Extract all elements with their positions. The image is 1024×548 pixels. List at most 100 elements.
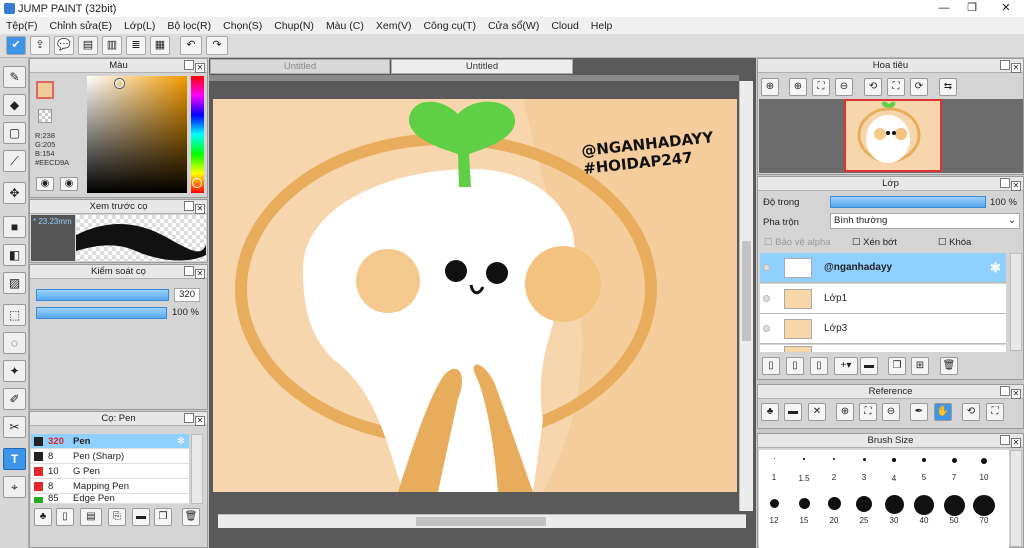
- reference-close-icon[interactable]: ✕: [808, 403, 826, 421]
- brush-copy-icon[interactable]: ⎘: [108, 508, 126, 526]
- brush-size-option[interactable]: 40: [909, 495, 939, 525]
- duplicate-layer-icon[interactable]: ❐: [888, 357, 906, 375]
- menu-edit[interactable]: Chỉnh sửa(E): [44, 20, 118, 32]
- undo-icon[interactable]: ↶: [180, 36, 202, 55]
- zoom-in-icon[interactable]: ⊕: [789, 78, 807, 96]
- reference-fit-icon[interactable]: ⛶: [859, 403, 877, 421]
- panel-float-icon[interactable]: [184, 413, 194, 423]
- brush-size-option[interactable]: 4: [879, 458, 909, 483]
- brush-tool-icon[interactable]: ✎: [3, 66, 26, 88]
- new-brush-icon[interactable]: ▯: [56, 508, 74, 526]
- layer-settings-icon[interactable]: ✻: [990, 253, 1001, 283]
- saturation-value-picker[interactable]: [87, 76, 187, 193]
- reference-zoom-out-icon[interactable]: ⊖: [882, 403, 900, 421]
- brush-opacity-slider[interactable]: [36, 307, 167, 319]
- new-layer-8bit-icon[interactable]: ▯: [786, 357, 804, 375]
- lasso-select-icon[interactable]: ◌: [3, 332, 26, 354]
- panel-float-icon[interactable]: [184, 266, 194, 276]
- blend-mode-select[interactable]: Bình thường ⌄: [830, 213, 1020, 229]
- reference-open-icon[interactable]: ▬: [784, 403, 802, 421]
- navigator-thumbnail[interactable]: [844, 99, 942, 172]
- brush-size-option[interactable]: 12: [759, 495, 789, 525]
- fill-rect-tool-icon[interactable]: ■: [3, 216, 26, 238]
- select-eraser-icon[interactable]: ✂: [3, 416, 26, 438]
- menu-view[interactable]: Xem(V): [370, 20, 418, 32]
- gradient-tool-icon[interactable]: ▨: [3, 272, 26, 294]
- panel-close-icon[interactable]: ✕: [195, 63, 205, 73]
- text-tool-icon[interactable]: T: [3, 448, 26, 470]
- magic-wand-icon[interactable]: ✦: [3, 360, 26, 382]
- brush-size-option[interactable]: 15: [789, 495, 819, 525]
- layer-visibility-icon[interactable]: [763, 295, 770, 302]
- document-icon[interactable]: ▥: [102, 36, 122, 55]
- navigator-view[interactable]: [759, 99, 1023, 173]
- hue-slider[interactable]: [191, 76, 204, 193]
- brush-list-scrollbar[interactable]: [191, 434, 203, 504]
- foreground-color-swatch[interactable]: [36, 81, 54, 99]
- brush-folder-icon[interactable]: ▬: [132, 508, 150, 526]
- brush-item-mapping-pen[interactable]: 8 Mapping Pen: [31, 479, 189, 494]
- transparent-color-swatch[interactable]: [38, 109, 52, 123]
- rotate-reset-icon[interactable]: ⛶: [887, 78, 905, 96]
- layer-visibility-icon[interactable]: [763, 264, 770, 271]
- tab-untitled-2[interactable]: Untitled: [391, 59, 573, 74]
- brush-size-option[interactable]: 20: [819, 495, 849, 525]
- menu-filter[interactable]: Bộ lọc(R): [161, 20, 217, 32]
- line-tool-icon[interactable]: ⟋: [3, 150, 26, 172]
- panel-float-icon[interactable]: [1000, 60, 1010, 70]
- brush-settings-icon[interactable]: ✻: [177, 434, 185, 449]
- reference-cloud-icon[interactable]: ♣: [761, 403, 779, 421]
- add-brush-icon[interactable]: ♣: [34, 508, 52, 526]
- layer-list-scrollbar[interactable]: [1010, 253, 1022, 351]
- rotate-left-icon[interactable]: ⟲: [864, 78, 882, 96]
- menu-layer[interactable]: Lớp(L): [118, 20, 161, 32]
- panel-close-icon[interactable]: ✕: [195, 269, 205, 279]
- layer-visibility-icon[interactable]: [763, 325, 770, 332]
- brush-size-scrollbar[interactable]: [1010, 450, 1022, 547]
- brush-size-option[interactable]: 1: [759, 458, 789, 482]
- layer-folder-icon[interactable]: ▬: [860, 357, 878, 375]
- reference-rotate-icon[interactable]: ⟲: [962, 403, 980, 421]
- bucket-tool-icon[interactable]: ◧: [3, 244, 26, 266]
- protect-alpha-checkbox[interactable]: ☐ Bảo vệ alpha: [764, 237, 831, 248]
- horizontal-scroll-thumb[interactable]: [416, 517, 546, 526]
- palette-icon[interactable]: ◉: [60, 177, 78, 191]
- flip-icon[interactable]: ⇆: [939, 78, 957, 96]
- menu-help[interactable]: Help: [585, 20, 619, 32]
- grid-icon[interactable]: ▦: [150, 36, 170, 55]
- check-icon[interactable]: ✔: [6, 36, 26, 55]
- brush-menu-icon[interactable]: ▤: [80, 508, 102, 526]
- zoom-fit-icon[interactable]: ⊕: [761, 78, 779, 96]
- panel-float-icon[interactable]: [1000, 386, 1010, 396]
- eyedropper-icon[interactable]: ◉: [36, 177, 54, 191]
- brush-size-option[interactable]: 30: [879, 495, 909, 525]
- drawing-canvas[interactable]: @NGANHADAYY #HOIDAP247: [213, 99, 737, 492]
- panel-close-icon[interactable]: ✕: [1011, 438, 1021, 448]
- rectangle-tool-icon[interactable]: ▢: [3, 122, 26, 144]
- reference-eyedropper-icon[interactable]: ✒: [910, 403, 928, 421]
- reference-hand-icon[interactable]: ✋: [934, 403, 952, 421]
- tab-untitled-1[interactable]: Untitled: [210, 59, 390, 74]
- picker-cursor[interactable]: [115, 79, 124, 88]
- menu-cloud[interactable]: Cloud: [545, 20, 584, 32]
- canvas-vertical-scrollbar[interactable]: [739, 81, 753, 511]
- rect-select-icon[interactable]: ⬚: [3, 304, 26, 326]
- panel-float-icon[interactable]: [1000, 178, 1010, 188]
- message-icon[interactable]: ▤: [78, 36, 98, 55]
- brush-item-pen-sharp[interactable]: 8 Pen (Sharp): [31, 449, 189, 464]
- clipping-checkbox[interactable]: ☐ Xén bớt: [852, 237, 897, 248]
- brush-size-option[interactable]: 7: [939, 458, 969, 482]
- menu-tools[interactable]: Công cụ(T): [417, 20, 482, 32]
- add-layer-menu-icon[interactable]: +▾: [834, 357, 858, 375]
- menu-file[interactable]: Tệp(F): [0, 20, 44, 32]
- zoom-out-icon[interactable]: ⊖: [835, 78, 853, 96]
- menu-window[interactable]: Cửa sổ(W): [482, 20, 545, 32]
- brush-size-option[interactable]: 10: [969, 458, 999, 482]
- new-layer-1bit-icon[interactable]: ▯: [810, 357, 828, 375]
- speech-icon[interactable]: 💬: [54, 36, 74, 55]
- brush-size-value[interactable]: 320: [174, 288, 200, 302]
- delete-brush-icon[interactable]: 🗑: [182, 508, 200, 526]
- close-button[interactable]: ✕: [990, 0, 1022, 17]
- menu-select[interactable]: Chọn(S): [217, 20, 268, 32]
- brush-duplicate-icon[interactable]: ❐: [154, 508, 172, 526]
